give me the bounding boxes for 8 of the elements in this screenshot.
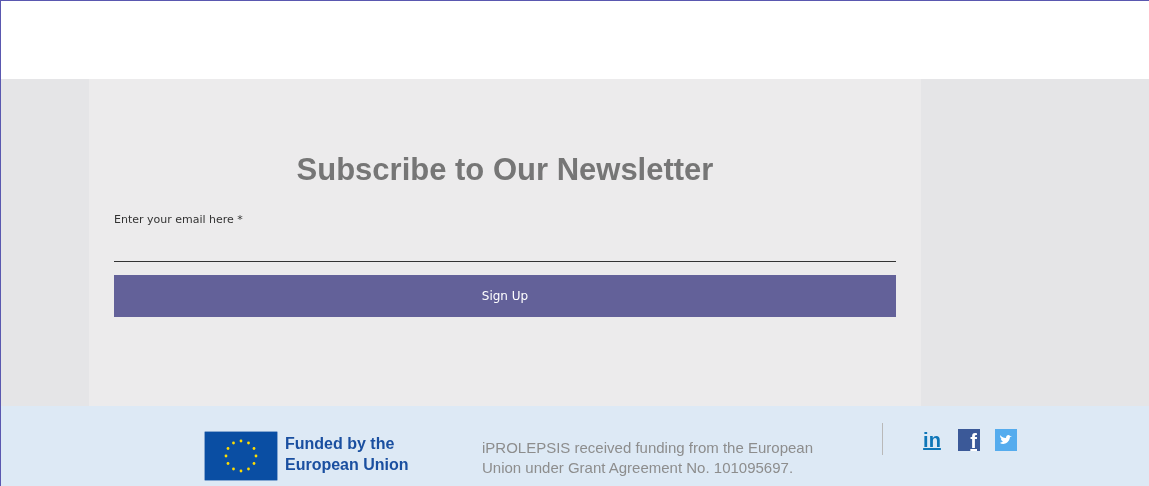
funded-label: Funded by the European Union xyxy=(285,434,410,475)
funding-text: iPROLEPSIS received funding from the European Union under Grant Agreement No. 101095697. xyxy=(482,438,815,478)
sign-up-button[interactable]: Sign Up xyxy=(114,275,896,318)
email-label: Enter your email here * xyxy=(114,212,243,229)
newsletter-title: Subscribe to Our Newsletter xyxy=(295,151,715,189)
linkedin-link[interactable]: in xyxy=(921,429,943,451)
facebook-link[interactable]: f xyxy=(958,429,980,451)
eu-flag-icon xyxy=(204,431,278,481)
